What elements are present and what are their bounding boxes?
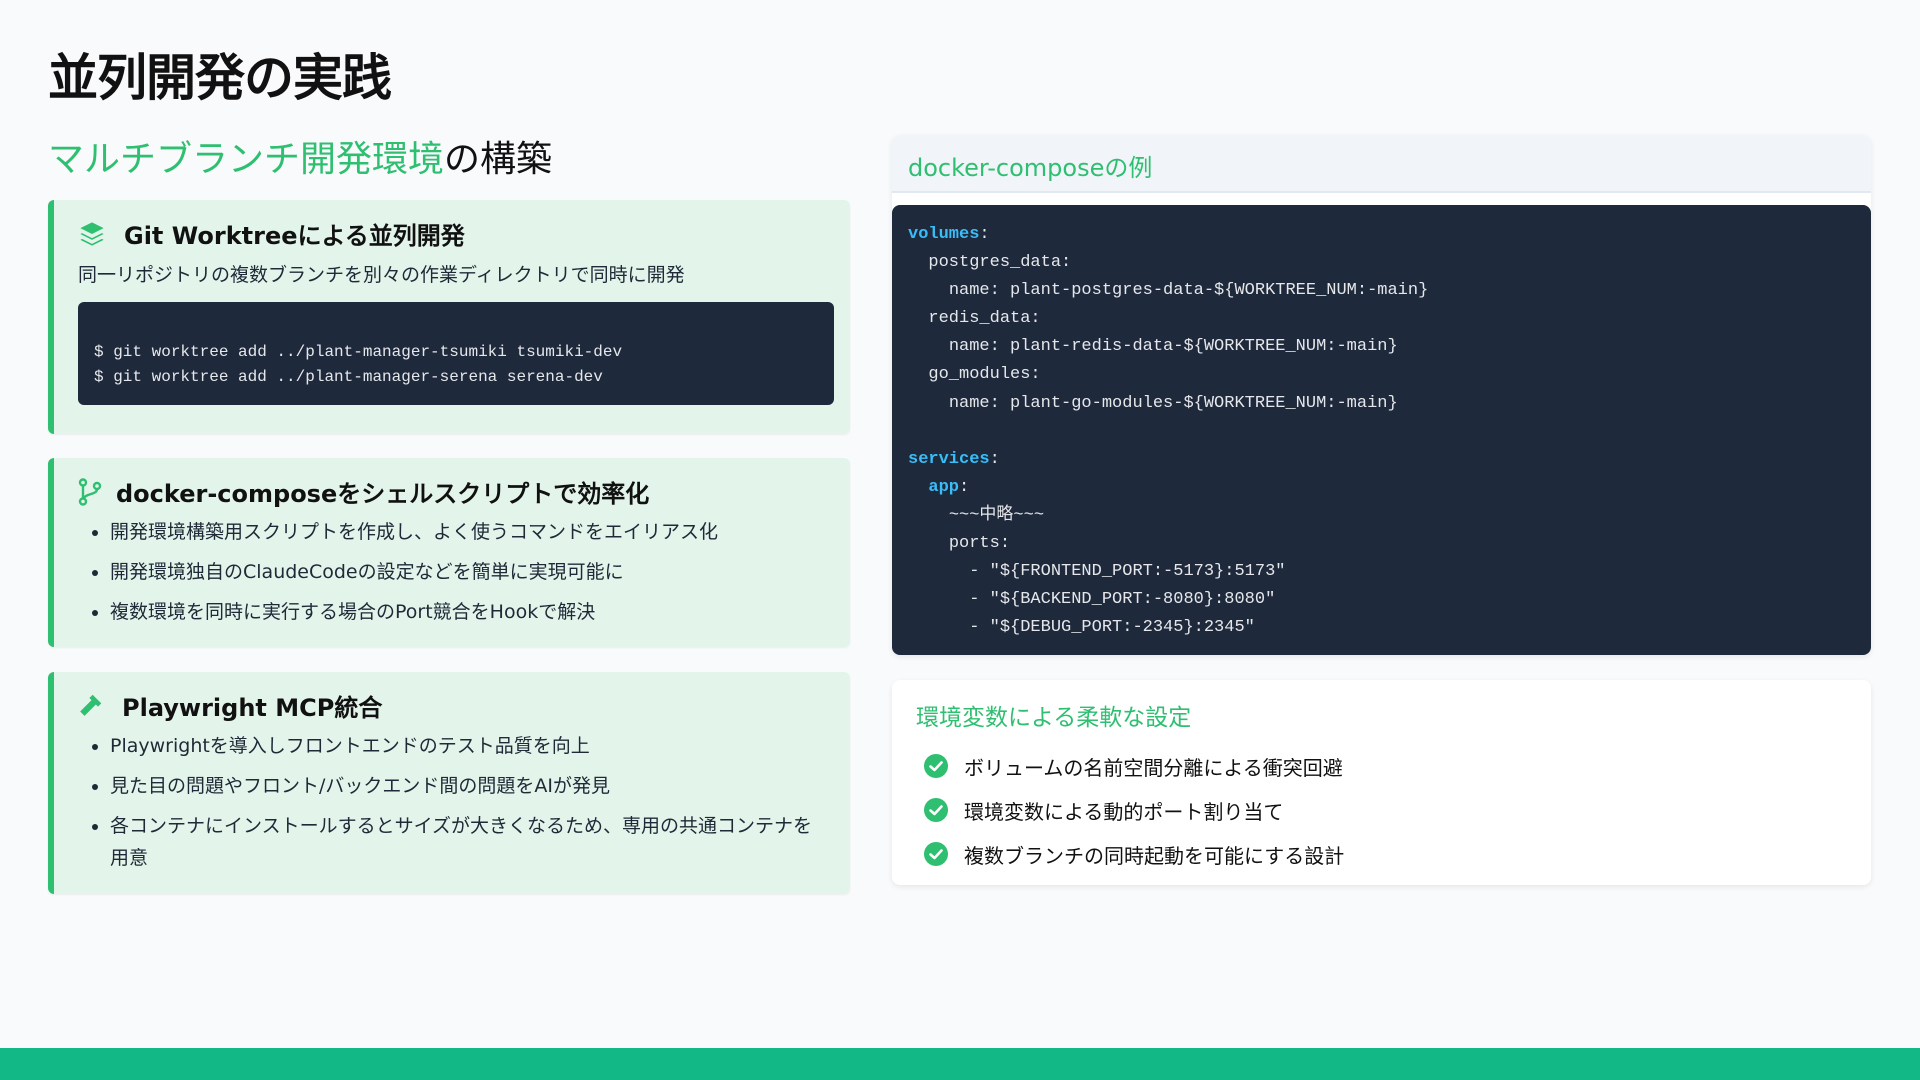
- env-config-panel: 環境変数による柔軟な設定 ボリュームの名前空間分離による衝突回避 環境変数による…: [892, 680, 1871, 885]
- list-item: 環境変数による動的ポート割り当て: [924, 788, 1344, 832]
- card-heading-text: Git Worktreeによる並列開発: [124, 222, 465, 250]
- code-line: $ git worktree add ../plant-manager-tsum…: [94, 343, 623, 361]
- card-git-worktree: Git Worktreeによる並列開発 同一リポジトリの複数ブランチを別々の作業…: [48, 200, 850, 434]
- subtitle-rest: の構築: [444, 139, 553, 180]
- card-heading: Git Worktreeによる並列開発: [78, 216, 465, 251]
- list-item-text: ボリュームの名前空間分離による衝突回避: [964, 755, 1343, 780]
- list-item: 各コンテナにインストールするとサイズが大きくなるため、専用の共通コンテナを用意: [110, 810, 830, 874]
- card-heading-text: docker-composeをシェルスクリプトで効率化: [116, 480, 650, 508]
- check-circle-icon: [924, 842, 948, 866]
- card-heading: Playwright MCP統合: [78, 688, 382, 723]
- list-item: 開発環境独自のClaudeCodeの設定などを簡単に実現可能に: [110, 556, 830, 588]
- code-line: ports:: [948, 534, 1011, 554]
- env-panel-title: 環境変数による柔軟な設定: [916, 705, 1192, 731]
- git-branch-icon: [78, 477, 102, 506]
- env-list: ボリュームの名前空間分離による衝突回避 環境変数による動的ポート割り当て 複数ブ…: [924, 744, 1344, 876]
- footer-bar: [0, 1048, 1920, 1080]
- code-line: name: plant-redis-data-${WORKTREE_NUM:-m…: [948, 337, 1398, 357]
- code-block: $ git worktree add ../plant-manager-tsum…: [78, 302, 834, 405]
- check-circle-icon: [924, 798, 948, 822]
- subtitle: マルチブランチ開発環境の構築: [48, 130, 552, 182]
- code-line: name: plant-go-modules-${WORKTREE_NUM:-m…: [948, 393, 1398, 413]
- hammer-icon: [78, 692, 106, 720]
- card-description: 同一リポジトリの複数ブランチを別々の作業ディレクトリで同時に開発: [78, 264, 685, 286]
- check-circle-icon: [924, 754, 948, 778]
- card-docker-compose: docker-composeをシェルスクリプトで効率化 開発環境構築用スクリプト…: [48, 458, 850, 647]
- list-item-text: 環境変数による動的ポート割り当て: [964, 799, 1284, 824]
- code-line: - "${FRONTEND_PORT:-5173}:5173": [969, 562, 1286, 582]
- list-item: 複数ブランチの同時起動を可能にする設計: [924, 832, 1344, 876]
- compose-code-block: volumes: postgres_data: name: plant-post…: [892, 205, 1871, 655]
- yaml-key: volumes: [908, 225, 980, 244]
- code-line: ~~~中略~~~: [948, 505, 1045, 525]
- code-line: name: plant-postgres-data-${WORKTREE_NUM…: [948, 281, 1429, 301]
- yaml-key: services: [908, 449, 990, 469]
- card-heading-text: Playwright MCP統合: [122, 694, 383, 722]
- list-item: 複数環境を同時に実行する場合のPort競合をHookで解決: [110, 596, 830, 628]
- code-line: postgres_data:: [928, 253, 1072, 273]
- page-title: 並列開発の実践: [48, 49, 392, 107]
- layers-icon: [78, 220, 106, 248]
- list-item: 見た目の問題やフロント/バックエンド間の問題をAIが発見: [110, 770, 830, 802]
- compose-panel-title: docker-composeの例: [892, 135, 1871, 193]
- code-line: $ git worktree add ../plant-manager-sere…: [94, 368, 603, 386]
- list-item: 開発環境構築用スクリプトを作成し、よく使うコマンドをエイリアス化: [110, 516, 830, 548]
- bullet-list: 開発環境構築用スクリプトを作成し、よく使うコマンドをエイリアス化 開発環境独自の…: [78, 516, 830, 636]
- code-line: - "${DEBUG_PORT:-2345}:2345": [969, 618, 1255, 638]
- list-item-text: 複数ブランチの同時起動を可能にする設計: [964, 843, 1345, 868]
- code-line: redis_data:: [928, 309, 1041, 329]
- list-item: ボリュームの名前空間分離による衝突回避: [924, 744, 1344, 788]
- code-line: go_modules:: [928, 365, 1041, 385]
- list-item: Playwrightを導入しフロントエンドのテスト品質を向上: [110, 730, 830, 762]
- bullet-list: Playwrightを導入しフロントエンドのテスト品質を向上 見た目の問題やフロ…: [78, 730, 830, 882]
- subtitle-accent: マルチブランチ開発環境: [48, 139, 445, 180]
- code-line: - "${BACKEND_PORT:-8080}:8080": [969, 590, 1276, 610]
- yaml-key: app: [928, 477, 960, 497]
- card-playwright: Playwright MCP統合 Playwrightを導入しフロントエンドのテ…: [48, 672, 850, 894]
- card-heading: docker-composeをシェルスクリプトで効率化: [78, 474, 649, 509]
- compose-example-panel: docker-composeの例 volumes: postgres_data:…: [892, 135, 1871, 655]
